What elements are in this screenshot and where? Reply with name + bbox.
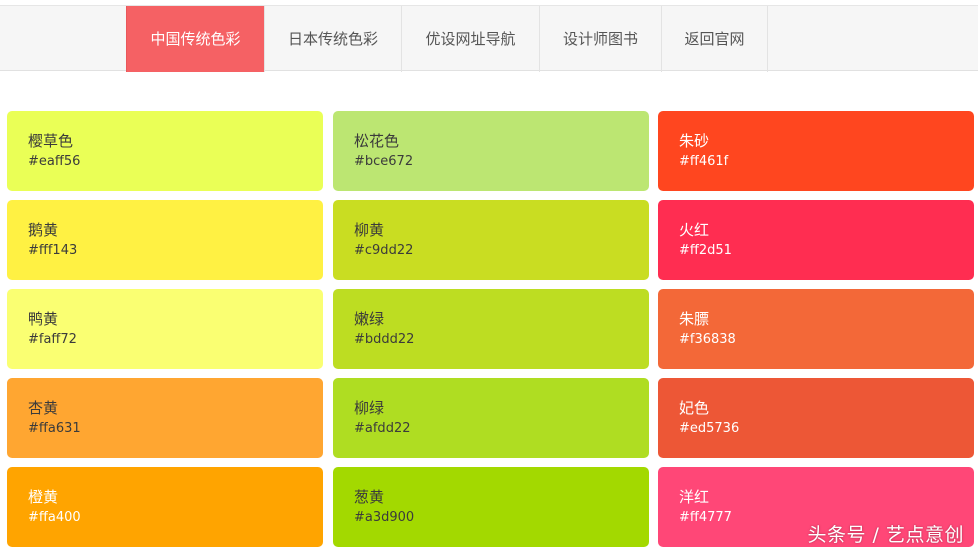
top-navigation-bar: 中国传统色彩 日本传统色彩 优设网址导航 设计师图书 返回官网 [0, 5, 978, 72]
color-name: 鸭黄 [28, 310, 59, 328]
color-card[interactable]: 朱膘 #f36838 [658, 289, 974, 369]
color-hex: #ed5736 [679, 421, 740, 436]
color-card[interactable]: 橙黄 #ffa400 [7, 467, 323, 547]
color-card[interactable]: 樱草色 #eaff56 [7, 111, 323, 191]
color-name: 妃色 [679, 399, 710, 417]
color-hex: #fff143 [28, 243, 78, 258]
nav-menu: 中国传统色彩 日本传统色彩 优设网址导航 设计师图书 返回官网 [126, 6, 768, 72]
color-name: 葱黄 [354, 488, 385, 506]
color-hex: #c9dd22 [354, 243, 414, 258]
nav-item-back-home[interactable]: 返回官网 [662, 6, 768, 72]
color-name: 洋红 [679, 488, 710, 506]
color-hex: #bddd22 [354, 332, 415, 347]
color-hex: #eaff56 [28, 154, 81, 169]
nav-item-chinese-colors[interactable]: 中国传统色彩 [126, 6, 265, 72]
color-card[interactable]: 杏黄 #ffa631 [7, 378, 323, 458]
nav-item-uisdc-nav[interactable]: 优设网址导航 [402, 6, 540, 72]
color-card[interactable]: 葱黄 #a3d900 [333, 467, 649, 547]
color-card[interactable]: 火红 #ff2d51 [658, 200, 974, 280]
color-name: 鹅黄 [28, 221, 59, 239]
color-hex: #ff2d51 [679, 243, 732, 258]
color-hex: #afdd22 [354, 421, 411, 436]
color-name: 嫩绿 [354, 310, 385, 328]
color-name: 火红 [679, 221, 710, 239]
nav-item-japanese-colors[interactable]: 日本传统色彩 [265, 6, 402, 72]
color-name: 松花色 [354, 132, 400, 150]
color-card[interactable]: 柳绿 #afdd22 [333, 378, 649, 458]
color-name: 橙黄 [28, 488, 59, 506]
color-name: 柳黄 [354, 221, 385, 239]
nav-item-designer-books[interactable]: 设计师图书 [540, 6, 662, 72]
color-name: 朱膘 [679, 310, 710, 328]
color-card[interactable]: 松花色 #bce672 [333, 111, 649, 191]
color-card[interactable]: 柳黄 #c9dd22 [333, 200, 649, 280]
color-name: 杏黄 [28, 399, 59, 417]
color-name: 朱砂 [679, 132, 710, 150]
color-card[interactable]: 朱砂 #ff461f [658, 111, 974, 191]
color-hex: #a3d900 [354, 510, 415, 525]
color-hex: #f36838 [679, 332, 736, 347]
color-card[interactable]: 嫩绿 #bddd22 [333, 289, 649, 369]
color-hex: #ff461f [679, 154, 729, 169]
color-hex: #ffa400 [28, 510, 81, 525]
color-card[interactable]: 妃色 #ed5736 [658, 378, 974, 458]
color-name: 柳绿 [354, 399, 385, 417]
color-name: 樱草色 [28, 132, 74, 150]
color-card[interactable]: 鸭黄 #faff72 [7, 289, 323, 369]
watermark-text: 头条号 / 艺点意创 [807, 524, 964, 546]
color-hex: #bce672 [354, 154, 414, 169]
color-hex: #faff72 [28, 332, 77, 347]
color-hex: #ffa631 [28, 421, 81, 436]
color-card[interactable]: 鹅黄 #fff143 [7, 200, 323, 280]
